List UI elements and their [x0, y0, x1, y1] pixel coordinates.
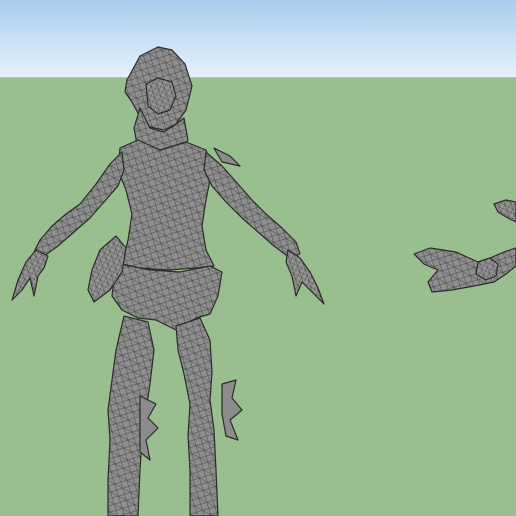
character-right-boot-spike — [221, 379, 243, 441]
model-layer — [11, 46, 516, 516]
3d-viewport[interactable] — [0, 0, 516, 516]
character-mesh[interactable] — [11, 46, 325, 516]
character-left-boot-spike — [139, 395, 159, 461]
character-left-hand — [11, 249, 49, 301]
character-right-leg — [175, 317, 219, 516]
character-torso — [117, 139, 215, 271]
character-right-arm — [203, 151, 301, 259]
weapon-mesh[interactable] — [413, 199, 516, 293]
character-right-hand — [285, 249, 325, 305]
weapon-blade-upper — [493, 199, 516, 223]
weapon-body — [413, 247, 516, 293]
